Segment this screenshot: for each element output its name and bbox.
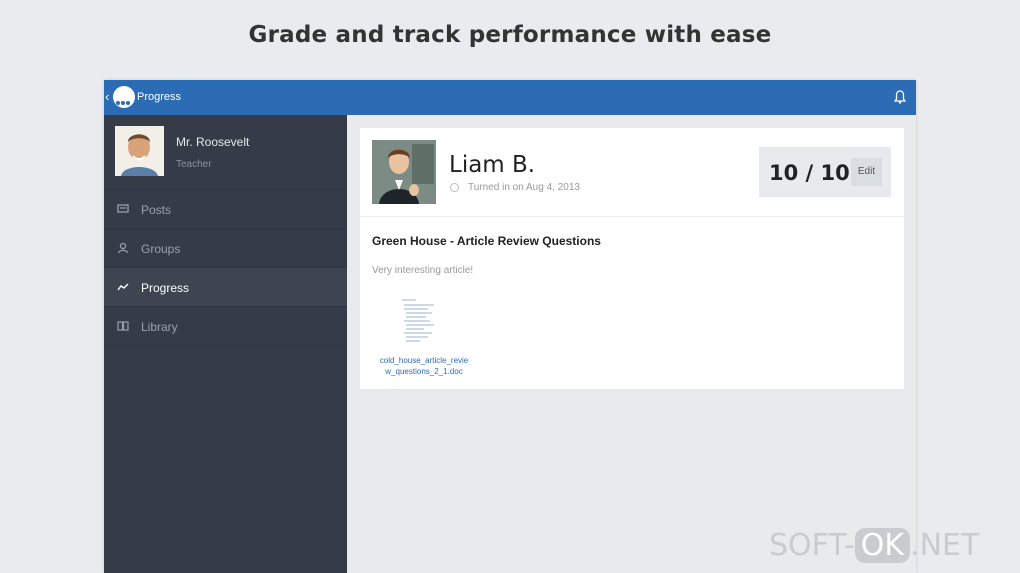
avatar <box>115 126 164 176</box>
sidebar-item-posts[interactable]: Posts <box>104 190 347 229</box>
turned-in-date: Turned in on Aug 4, 2013 <box>468 182 580 193</box>
submission-card: Liam B. Turned in on Aug 4, 2013 10 / 10… <box>360 128 904 389</box>
sidebar-item-label: Groups <box>141 242 181 256</box>
sidebar-item-library[interactable]: Library <box>104 307 347 346</box>
sidebar-item-progress[interactable]: Progress <box>104 268 347 307</box>
bell-icon[interactable] <box>894 90 906 104</box>
sidebar-item-label: Progress <box>141 281 190 295</box>
grade-value: 10 / 10 <box>769 161 850 185</box>
sidebar-item-label: Library <box>141 320 178 334</box>
watermark: SOFT- OK .NET <box>769 528 979 563</box>
app-bar: ‹ Progress <box>104 80 916 115</box>
app-window: ‹ Progress Mr. Roosevelt Teacher Posts G… <box>104 80 916 573</box>
teacher-name: Mr. Roosevelt <box>176 135 250 149</box>
page-headline: Grade and track performance with ease <box>248 22 772 48</box>
sidebar: Mr. Roosevelt Teacher Posts Groups Progr… <box>104 115 347 573</box>
assignment-title: Green House - Article Review Questions <box>372 234 601 248</box>
attachment-link[interactable]: cold_house_article_revie w_questions_2_1… <box>372 355 476 377</box>
groups-icon <box>117 242 129 254</box>
watermark-text: .NET <box>910 528 980 563</box>
teacher-profile[interactable]: Mr. Roosevelt Teacher <box>104 115 347 190</box>
progress-icon <box>117 283 129 291</box>
watermark-badge: OK <box>854 528 911 563</box>
app-logo-icon[interactable] <box>113 86 135 108</box>
posts-icon <box>117 204 129 213</box>
submission-comment: Very interesting article! <box>372 265 474 276</box>
edit-grade-button[interactable]: Edit <box>851 158 882 186</box>
student-photo <box>372 140 436 204</box>
app-bar-title: Progress <box>137 91 182 103</box>
grade-box: 10 / 10 Edit <box>759 147 891 197</box>
attachment-name-line: cold_house_article_revie <box>379 356 469 365</box>
sidebar-item-label: Posts <box>141 203 172 217</box>
submission-header: Liam B. Turned in on Aug 4, 2013 10 / 10… <box>360 128 904 217</box>
document-thumbnail-icon[interactable] <box>398 294 442 350</box>
attachment-name-line: w_questions_2_1.doc <box>385 367 463 376</box>
back-chevron-icon[interactable]: ‹ <box>105 89 109 104</box>
student-name: Liam B. <box>449 152 536 178</box>
clock-icon <box>450 183 459 192</box>
watermark-text: SOFT- <box>769 528 855 563</box>
library-icon <box>117 321 129 331</box>
sidebar-item-groups[interactable]: Groups <box>104 229 347 268</box>
teacher-role: Teacher <box>176 159 212 170</box>
